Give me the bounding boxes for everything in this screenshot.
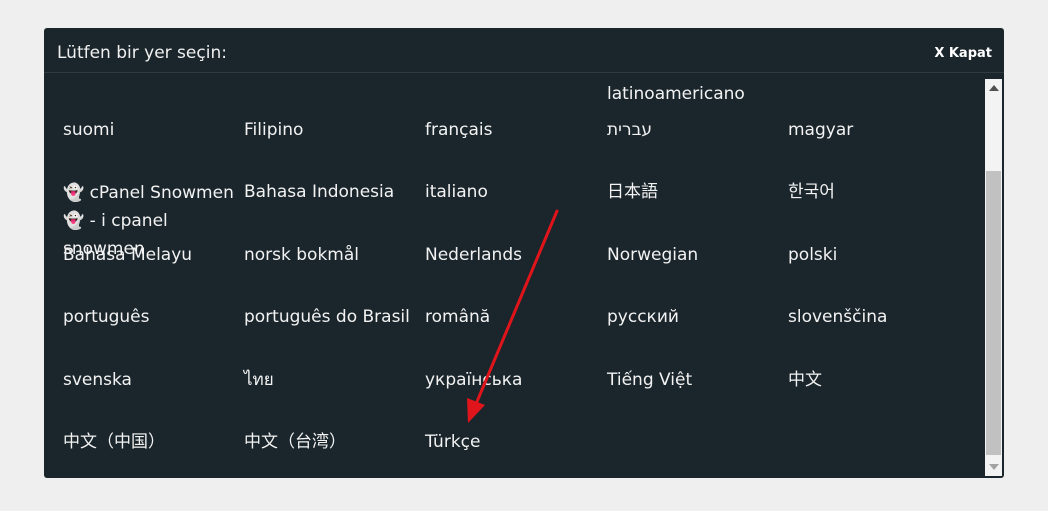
lang-francais[interactable]: français <box>425 118 493 143</box>
lang-turkce[interactable]: Türkçe <box>425 430 480 455</box>
lang-slovenscina[interactable]: slovenščina <box>788 305 887 330</box>
lang-ukrainian[interactable]: українська <box>425 368 522 393</box>
lang-norwegian[interactable]: Norwegian <box>607 243 698 268</box>
lang-bahasa-melayu[interactable]: Bahasa Melayu <box>63 243 192 268</box>
lang-romana[interactable]: română <box>425 305 490 330</box>
dialog-header: Lütfen bir yer seçin: X Kapat <box>44 28 1004 73</box>
lang-polski[interactable]: polski <box>788 243 837 268</box>
lang-chinese-taiwan[interactable]: 中文（台湾） <box>244 430 346 455</box>
lang-russian[interactable]: русский <box>607 305 679 330</box>
lang-portugues-brasil[interactable]: português do Brasil <box>244 305 410 330</box>
lang-portugues[interactable]: português <box>63 305 150 330</box>
lang-latinoamericano[interactable]: latinoamericano <box>607 82 745 107</box>
lang-svenska[interactable]: svenska <box>63 368 132 393</box>
lang-suomi[interactable]: suomi <box>63 118 114 143</box>
language-dialog: Lütfen bir yer seçin: X Kapat latinoamer… <box>44 28 1004 478</box>
lang-nederlands[interactable]: Nederlands <box>425 243 522 268</box>
vertical-scrollbar[interactable] <box>985 79 1002 476</box>
lang-chinese-china[interactable]: 中文（中国） <box>63 430 165 455</box>
lang-japanese[interactable]: 日本語 <box>607 180 658 205</box>
lang-korean[interactable]: 한국어 <box>788 180 835 205</box>
lang-thai[interactable]: ไทย <box>244 368 274 393</box>
close-button[interactable]: X Kapat <box>934 46 992 62</box>
lang-norsk-bokmal[interactable]: norsk bokmål <box>244 243 359 268</box>
lang-tieng-viet[interactable]: Tiếng Việt <box>607 368 692 393</box>
lang-italiano[interactable]: italiano <box>425 180 488 205</box>
language-list: latinoamericano suomi Filipino français … <box>44 73 984 478</box>
lang-filipino[interactable]: Filipino <box>244 118 303 143</box>
lang-chinese[interactable]: 中文 <box>788 368 822 393</box>
lang-magyar[interactable]: magyar <box>788 118 853 143</box>
lang-bahasa-indonesia[interactable]: Bahasa Indonesia <box>244 180 394 205</box>
scroll-down-arrow-icon[interactable] <box>989 464 999 470</box>
scroll-thumb[interactable] <box>986 171 1001 455</box>
dialog-title: Lütfen bir yer seçin: <box>57 43 227 63</box>
scroll-up-arrow-icon[interactable] <box>989 85 999 91</box>
lang-hebrew[interactable]: עברית <box>607 118 652 143</box>
